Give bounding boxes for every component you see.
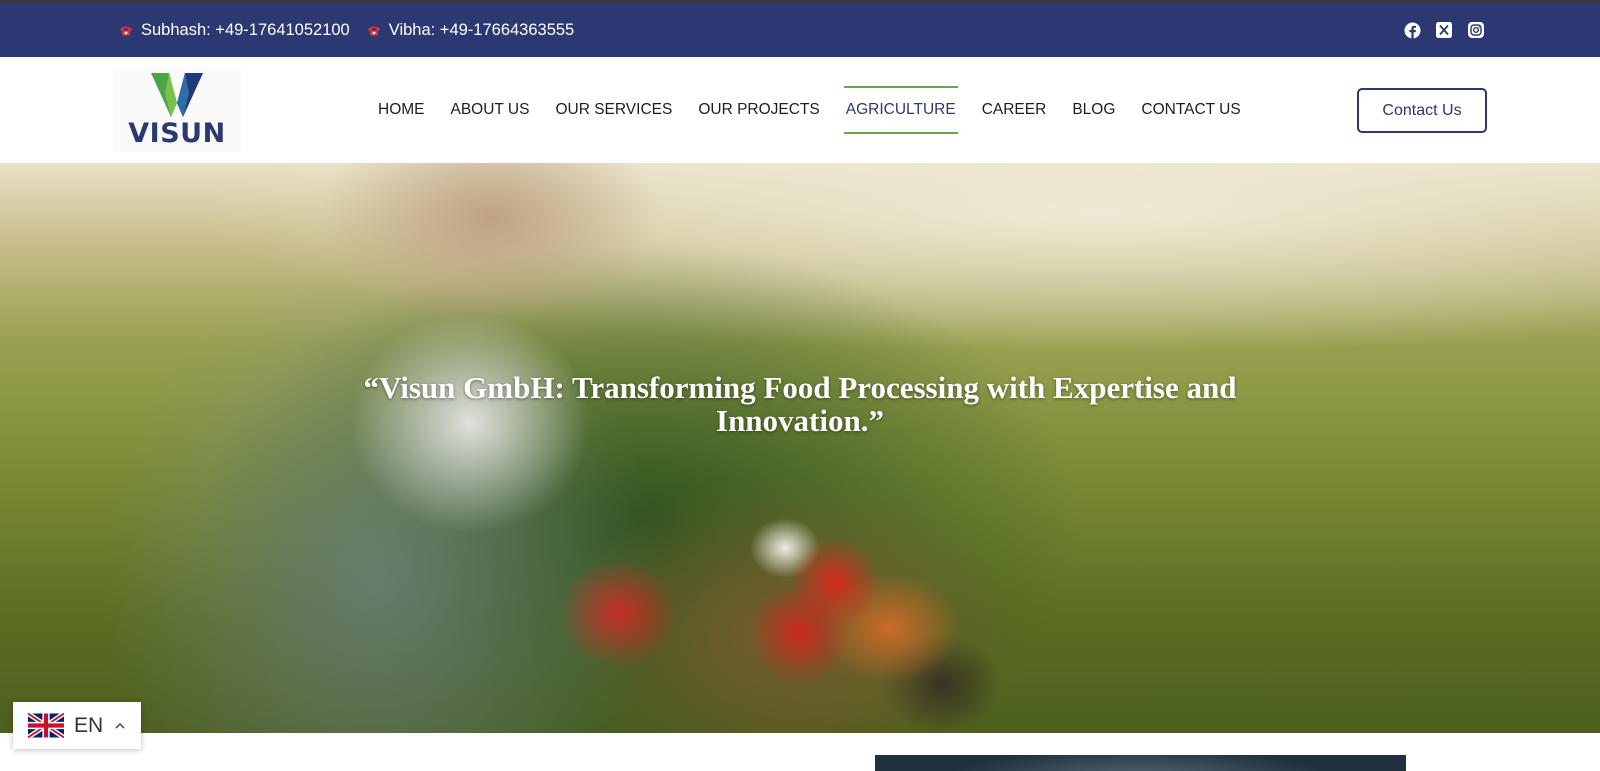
top-contact-bar: Subhash: +49-17641052100 Vibha: +49-1766… [0, 3, 1600, 57]
contact-list: Subhash: +49-17641052100 Vibha: +49-1766… [118, 21, 574, 40]
nav-about-us[interactable]: ABOUT US [449, 86, 532, 134]
logo-v-mark-icon [151, 73, 203, 117]
nav-blog[interactable]: BLOG [1070, 86, 1117, 134]
nav-our-services[interactable]: OUR SERVICES [553, 86, 674, 134]
nav-our-projects[interactable]: OUR PROJECTS [696, 86, 821, 134]
nav-career[interactable]: CAREER [980, 86, 1049, 134]
facebook-icon[interactable] [1403, 21, 1421, 39]
language-switcher[interactable]: EN [13, 702, 141, 749]
logo-text: VISUN [128, 118, 226, 149]
contact-subhash-label: Subhash: +49-17641052100 [141, 20, 350, 39]
hero-banner: “Visun GmbH: Transforming Food Processin… [0, 163, 1600, 734]
nav-contact-us[interactable]: CONTACT US [1139, 86, 1242, 134]
site-header: VISUN HOME ABOUT US OUR SERVICES OUR PRO… [0, 57, 1600, 163]
x-icon[interactable] [1435, 21, 1453, 39]
contact-vibha[interactable]: Vibha: +49-17664363555 [366, 20, 575, 40]
main-nav: HOME ABOUT US OUR SERVICES OUR PROJECTS … [376, 57, 1265, 163]
visun-logo[interactable]: VISUN [113, 68, 241, 152]
uk-flag-icon [28, 712, 64, 739]
hero-title-line-2: Innovation.” [716, 403, 884, 438]
hero-title-line-1: “Visun GmbH: Transforming Food Processin… [363, 370, 1237, 405]
contact-vibha-label: Vibha: +49-17664363555 [388, 20, 575, 39]
social-links [1403, 21, 1485, 39]
nav-agriculture[interactable]: AGRICULTURE [843, 86, 958, 134]
chevron-up-icon [115, 722, 125, 729]
phone-icon [367, 26, 380, 36]
nav-home[interactable]: HOME [376, 86, 427, 134]
phone-icon [120, 26, 132, 36]
language-code: EN [74, 713, 104, 737]
hero-title: “Visun GmbH: Transforming Food Processin… [300, 371, 1300, 437]
content-preview-image [875, 755, 1406, 771]
contact-us-button[interactable]: Contact Us [1357, 88, 1487, 133]
contact-subhash[interactable]: Subhash: +49-17641052100 [118, 21, 350, 40]
instagram-icon[interactable] [1467, 21, 1485, 39]
